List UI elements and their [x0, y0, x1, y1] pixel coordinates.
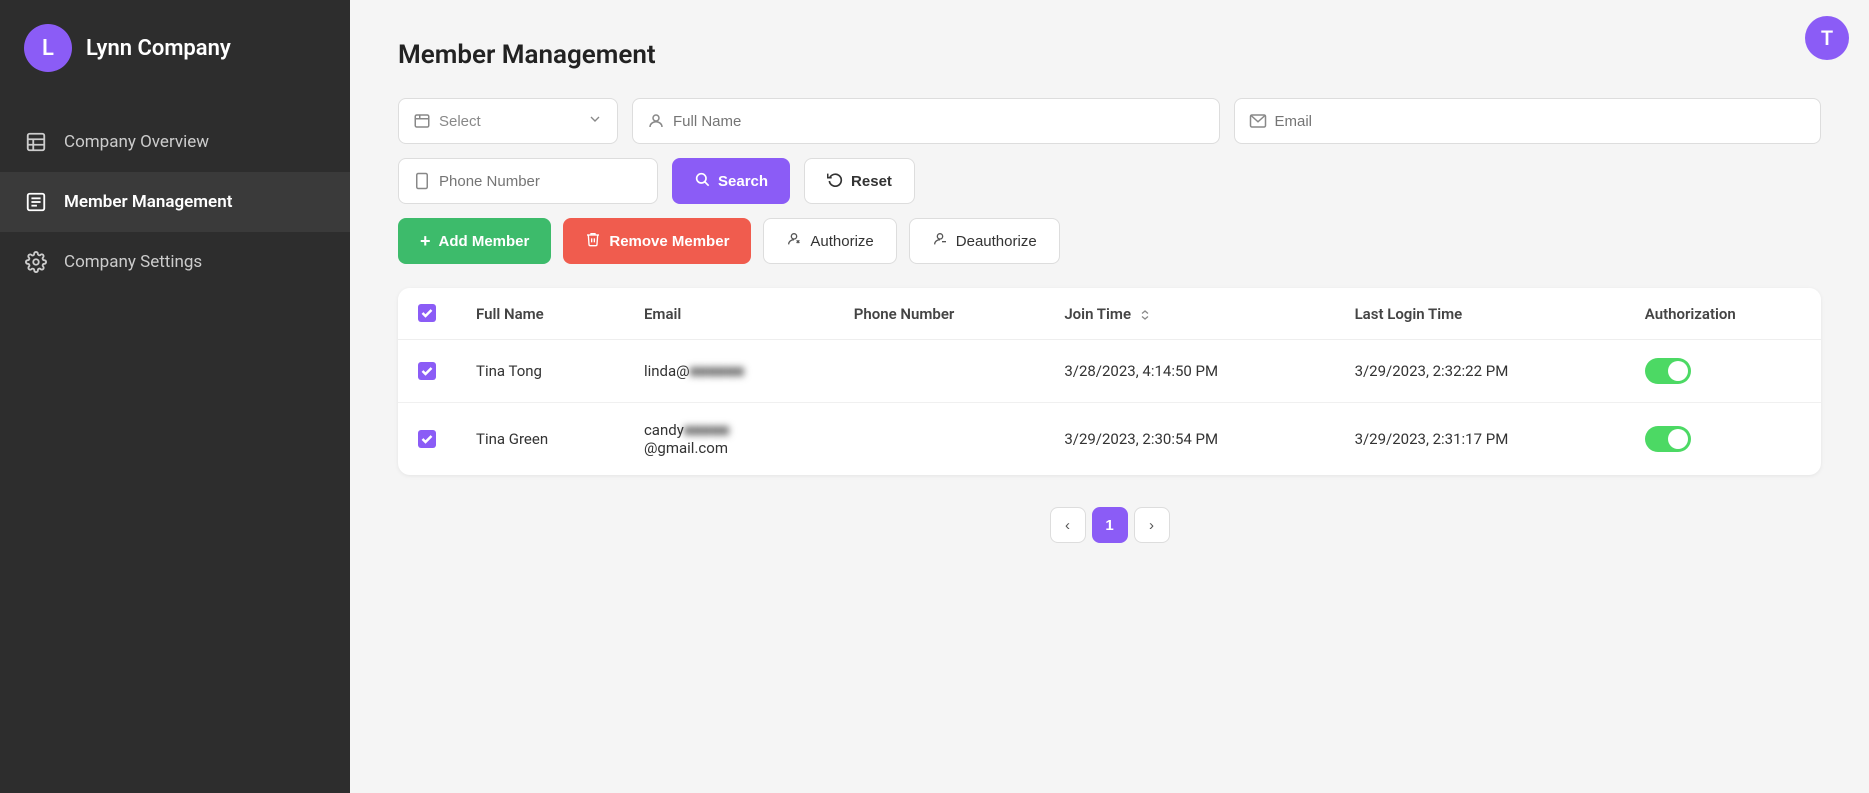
- col-fullname: Full Name: [456, 288, 624, 340]
- table-row: Tina Greencandy■■■■■@gmail.com 3/29/2023,…: [398, 403, 1821, 476]
- plus-icon: +: [420, 231, 431, 252]
- cell-lastlogin: 3/29/2023, 2:32:22 PM: [1335, 340, 1625, 403]
- person-icon: [647, 112, 665, 130]
- sidebar-avatar: L: [24, 24, 72, 72]
- role-select[interactable]: Select: [439, 113, 579, 130]
- remove-member-button[interactable]: Remove Member: [563, 218, 751, 264]
- user-avatar[interactable]: T: [1805, 16, 1849, 60]
- sidebar-item-company-settings[interactable]: Company Settings: [0, 232, 350, 292]
- cell-phone: [834, 403, 1045, 476]
- cell-fullname: Tina Green: [456, 403, 624, 476]
- reset-icon: [827, 171, 843, 191]
- col-authorization: Authorization: [1625, 288, 1821, 340]
- phone-icon: [413, 172, 431, 190]
- row-checkbox[interactable]: [418, 362, 436, 380]
- row-checkbox-cell: [398, 403, 456, 476]
- sidebar-item-label: Company Settings: [64, 252, 202, 272]
- sort-icon: [1139, 309, 1151, 321]
- list-icon: [24, 190, 48, 214]
- page-1-button[interactable]: 1: [1092, 507, 1128, 543]
- cell-phone: [834, 340, 1045, 403]
- header-checkbox-col: [398, 288, 456, 340]
- select-all-checkbox[interactable]: [418, 304, 436, 322]
- select-wrapper[interactable]: Select: [398, 98, 618, 144]
- authorize-button[interactable]: Authorize: [763, 218, 896, 264]
- cell-jointime: 3/28/2023, 4:14:50 PM: [1044, 340, 1334, 403]
- trash-icon: [585, 231, 601, 251]
- fullname-input[interactable]: [673, 113, 1205, 130]
- phone-input-wrapper[interactable]: [398, 158, 658, 204]
- gear-icon: [24, 250, 48, 274]
- pagination: ‹ 1 ›: [398, 507, 1821, 543]
- col-jointime[interactable]: Join Time: [1044, 288, 1334, 340]
- sidebar-item-label: Company Overview: [64, 132, 209, 152]
- prev-icon: ‹: [1065, 517, 1070, 534]
- deauthorize-icon: [932, 231, 948, 251]
- next-icon: ›: [1149, 517, 1154, 534]
- authorization-toggle[interactable]: [1645, 358, 1691, 384]
- cell-authorization: [1625, 403, 1821, 476]
- member-table: Full Name Email Phone Number Join Time L…: [398, 288, 1821, 475]
- add-member-button[interactable]: + Add Member: [398, 218, 551, 264]
- cell-jointime: 3/29/2023, 2:30:54 PM: [1044, 403, 1334, 476]
- filter-row-1: Select: [398, 98, 1821, 144]
- email-input-wrapper[interactable]: [1234, 98, 1822, 144]
- authorization-toggle[interactable]: [1645, 426, 1691, 452]
- cell-email: candy■■■■■@gmail.com: [624, 403, 834, 476]
- select-icon: [413, 112, 431, 130]
- col-phone: Phone Number: [834, 288, 1045, 340]
- table-row: Tina Tonglinda@■■■■■■ 3/28/2023, 4:14:50 …: [398, 340, 1821, 403]
- cell-authorization: [1625, 340, 1821, 403]
- company-name: Lynn Company: [86, 36, 231, 61]
- sidebar-nav: Company Overview Member Management Compa…: [0, 112, 350, 292]
- col-email: Email: [624, 288, 834, 340]
- action-row: + Add Member Remove Member Authorize Dea…: [398, 218, 1821, 264]
- cell-lastlogin: 3/29/2023, 2:31:17 PM: [1335, 403, 1625, 476]
- search-button[interactable]: Search: [672, 158, 790, 204]
- deauthorize-button[interactable]: Deauthorize: [909, 218, 1060, 264]
- cell-fullname: Tina Tong: [456, 340, 624, 403]
- sidebar-item-company-overview[interactable]: Company Overview: [0, 112, 350, 172]
- sidebar-item-member-management[interactable]: Member Management: [0, 172, 350, 232]
- sidebar-header: L Lynn Company: [0, 0, 350, 96]
- filter-row-2: Search Reset: [398, 158, 1821, 204]
- main-content: Member Management Select: [350, 0, 1869, 793]
- row-checkbox[interactable]: [418, 430, 436, 448]
- authorize-icon: [786, 231, 802, 251]
- fullname-input-wrapper[interactable]: [632, 98, 1220, 144]
- sidebar-item-label: Member Management: [64, 192, 232, 212]
- chevron-down-icon: [587, 111, 603, 131]
- search-icon: [694, 171, 710, 191]
- page-title: Member Management: [398, 40, 1821, 70]
- page-number: 1: [1105, 517, 1113, 534]
- reset-button[interactable]: Reset: [804, 158, 915, 204]
- sidebar: L Lynn Company Company Overview Member M…: [0, 0, 350, 793]
- row-checkbox-cell: [398, 340, 456, 403]
- email-input[interactable]: [1275, 113, 1807, 130]
- cell-email: linda@■■■■■■: [624, 340, 834, 403]
- email-icon: [1249, 112, 1267, 130]
- table-icon: [24, 130, 48, 154]
- prev-page-button[interactable]: ‹: [1050, 507, 1086, 543]
- next-page-button[interactable]: ›: [1134, 507, 1170, 543]
- col-lastlogin: Last Login Time: [1335, 288, 1625, 340]
- phone-input[interactable]: [439, 173, 639, 190]
